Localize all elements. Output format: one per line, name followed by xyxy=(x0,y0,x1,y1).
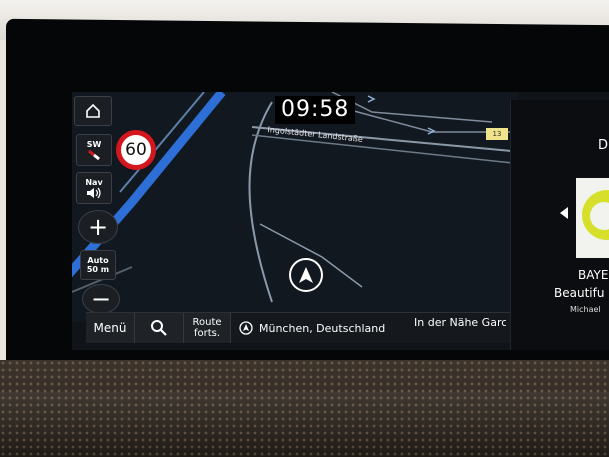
resume-route-line2: forts. xyxy=(193,328,221,339)
media-panel: D BAYE Beautifu Michael xyxy=(510,100,609,350)
position-arrow-icon xyxy=(299,267,313,283)
menu-button[interactable]: Menü xyxy=(86,313,135,343)
compass-button[interactable]: SW xyxy=(76,134,112,166)
home-button[interactable] xyxy=(74,96,112,126)
clock: 09:58 xyxy=(275,96,356,124)
nav-voice-label: Nav xyxy=(85,177,103,187)
speed-limit-value: 60 xyxy=(125,140,147,160)
resume-route-line1: Route xyxy=(192,317,222,328)
search-icon xyxy=(151,320,167,336)
track-artist: Michael xyxy=(570,305,601,314)
zoom-mode-button[interactable]: Auto 50 m xyxy=(80,250,116,280)
speed-limit-sign: 60 xyxy=(116,130,156,170)
destination-arrow-icon xyxy=(239,321,253,335)
menu-label: Menü xyxy=(93,321,127,335)
speaker-icon xyxy=(87,187,101,198)
zoom-in-icon: + xyxy=(87,213,109,241)
track-title: Beautifu xyxy=(554,286,605,300)
zoom-mode-line1: Auto xyxy=(87,256,109,265)
home-icon xyxy=(86,103,100,118)
previous-source-icon[interactable] xyxy=(560,207,568,219)
resume-route-button[interactable]: Route forts. xyxy=(184,313,231,343)
zoom-mode-line2: 50 m xyxy=(86,265,110,274)
media-header-letter: D xyxy=(598,138,609,153)
zoom-out-button[interactable]: − xyxy=(82,284,120,314)
current-position-marker xyxy=(289,258,323,292)
compass-needle-icon xyxy=(88,149,100,160)
destination-text: München, Deutschland xyxy=(259,321,386,335)
compass-label: SW xyxy=(86,139,102,149)
nearby-search-entry[interactable]: In der Nähe Garc xyxy=(414,316,506,329)
zoom-out-icon: − xyxy=(90,285,112,313)
station-artwork xyxy=(576,178,609,258)
search-button[interactable] xyxy=(135,313,184,343)
zoom-in-button[interactable]: + xyxy=(78,210,118,244)
nav-voice-button[interactable]: Nav xyxy=(76,172,112,204)
destination-entry[interactable]: München, Deutschland xyxy=(231,321,385,335)
route-number-badge: 13 xyxy=(486,128,508,140)
dashboard-shadow xyxy=(0,392,609,457)
station-name: BAYE xyxy=(578,268,609,282)
